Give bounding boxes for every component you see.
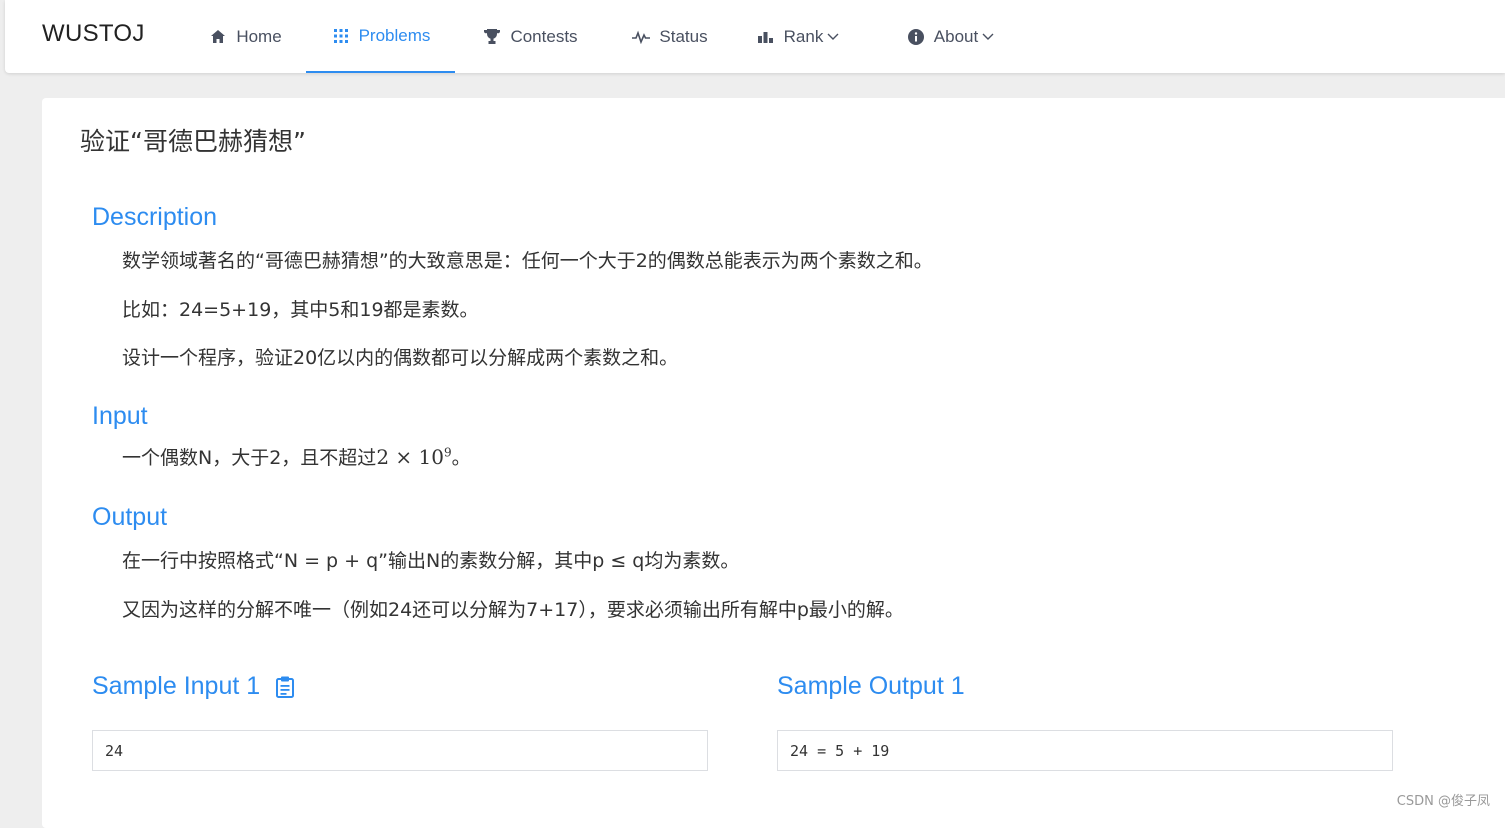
- input-math-base: 2 × 10: [376, 445, 444, 469]
- chevron-down-icon: [982, 33, 994, 41]
- description-paragraph: 数学领域著名的“哥德巴赫猜想”的大致意思是：任何一个大于2的偶数总能表示为两个素…: [122, 246, 933, 273]
- nav-rank-label: Rank: [784, 27, 824, 47]
- grid-icon: [331, 28, 351, 44]
- output-paragraph: 在一行中按照格式“N = p + q”输出N的素数分解，其中p ≤ q均为素数。: [122, 546, 739, 573]
- sample-input-heading-label: Sample Input 1: [92, 672, 260, 701]
- problem-card: 验证“哥德巴赫猜想” Description 数学领域著名的“哥德巴赫猜想”的大…: [42, 98, 1505, 828]
- nav-home[interactable]: Home: [195, 0, 295, 73]
- nav-contests[interactable]: Contests: [470, 0, 590, 73]
- input-paragraph: 一个偶数N，大于2，且不超过2 × 109。: [122, 443, 471, 470]
- watermark: CSDN @俊子凤: [1397, 790, 1490, 809]
- page-title: 验证“哥德巴赫猜想”: [80, 122, 306, 158]
- input-tail: 。: [452, 447, 471, 469]
- nav-contests-label: Contests: [510, 27, 577, 47]
- description-paragraph: 比如：24=5+19，其中5和19都是素数。: [122, 295, 479, 322]
- sample-output-box[interactable]: 24 = 5 + 19: [777, 730, 1393, 771]
- nav-home-label: Home: [236, 27, 281, 47]
- input-math: 2 × 109: [376, 445, 451, 469]
- nav-problems[interactable]: Problems: [306, 0, 455, 73]
- sample-input-box[interactable]: 24: [92, 730, 708, 771]
- chevron-down-icon: [827, 33, 839, 41]
- info-icon: [906, 29, 926, 45]
- pulse-icon: [631, 29, 651, 45]
- nav-problems-label: Problems: [359, 26, 431, 46]
- nav-about[interactable]: About: [890, 0, 1010, 73]
- nav-status[interactable]: Status: [617, 0, 722, 73]
- sample-output-heading: Sample Output 1: [777, 672, 965, 701]
- site-logo[interactable]: WUSTOJ: [42, 20, 145, 48]
- description-paragraph: 设计一个程序，验证20亿以内的偶数都可以分解成两个素数之和。: [122, 343, 678, 370]
- description-heading: Description: [92, 203, 217, 232]
- top-navbar: WUSTOJ Home Problems Contests Status: [5, 0, 1505, 73]
- output-paragraph: 又因为这样的分解不唯一（例如24还可以分解为7+17），要求必须输出所有解中p最…: [122, 595, 904, 622]
- input-text: 一个偶数N，大于2，且不超过: [122, 447, 376, 469]
- nav-rank[interactable]: Rank: [745, 0, 850, 73]
- bar-chart-icon: [756, 29, 776, 45]
- sample-input-heading: Sample Input 1: [92, 672, 294, 701]
- output-heading: Output: [92, 503, 167, 532]
- clipboard-icon[interactable]: [276, 676, 294, 698]
- nav-about-label: About: [934, 27, 978, 47]
- nav-status-label: Status: [659, 27, 707, 47]
- input-math-exponent: 9: [444, 445, 452, 459]
- input-heading: Input: [92, 402, 148, 431]
- trophy-icon: [482, 29, 502, 45]
- home-icon: [208, 29, 228, 45]
